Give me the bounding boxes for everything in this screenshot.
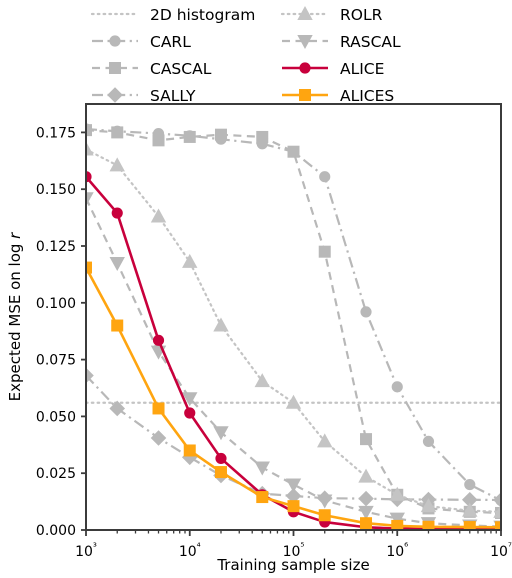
series-rascal [86,192,501,530]
data-point [111,207,123,219]
series-line [86,127,501,502]
legend-entry-carl[interactable]: CARL [92,33,191,51]
y-tick-label: 0.125 [36,239,76,255]
data-point [214,466,227,479]
data-point [391,381,403,393]
legend-entry-alices[interactable]: ALICES [282,87,394,105]
series-rolr [86,141,501,518]
legend-marker [107,87,123,103]
legend-label: ALICE [340,60,384,78]
data-point [214,128,227,141]
data-point [256,130,269,143]
series-line [86,175,501,530]
data-point [215,452,227,465]
y-tick-label: 0.000 [36,523,76,539]
plot-series-layer [86,123,501,530]
series-carl [86,123,501,507]
legend-marker [109,61,122,74]
data-point [152,334,165,346]
legend-entry-sally[interactable]: SALLY [92,87,196,105]
legend-entry-rolr[interactable]: ROLR [280,5,383,24]
legend-label: SALLY [150,87,196,105]
data-point [109,157,125,172]
chart-svg: 2D histogram CARL CASCAL SALLY ROLR RASCAL ALI… [6,5,512,574]
data-point [152,402,165,415]
data-point [254,461,270,476]
legend-label: ALICES [340,87,394,105]
x-axis-title: Training sample size [216,556,369,574]
data-point [422,435,435,447]
legend-entry-rascal[interactable]: RASCAL [282,33,401,51]
legend-entry-2d-histogram[interactable]: 2D histogram [90,6,255,24]
data-point [213,317,229,332]
y-tick-label: 0.150 [36,182,76,198]
data-point [360,433,373,446]
legend-marker [109,35,121,47]
data-point [318,509,331,522]
data-point [358,490,374,507]
data-point [109,257,125,272]
data-point [319,171,331,183]
legend-marker [299,62,311,74]
data-point [285,478,302,493]
legend-label: ROLR [340,6,383,24]
y-tick-label: 0.075 [36,353,76,369]
data-point [183,130,196,143]
data-point [152,134,165,147]
data-point [182,253,198,268]
legend-label: 2D histogram [150,6,255,24]
data-point [184,407,196,419]
plot-frame [85,103,502,531]
legend-label: RASCAL [340,33,401,51]
data-point [111,319,124,332]
data-point [358,505,374,520]
data-point [464,478,476,491]
legend-entry-cascal[interactable]: CASCAL [92,60,212,78]
axis-layer: 0.000 0.025 0.050 0.075 0.100 0.125 0.150 0.175… [36,103,512,560]
legend: 2D histogram CARL CASCAL SALLY ROLR RASCAL ALI… [90,5,401,105]
x-tick-label: 10⁴ [179,542,201,560]
data-point [318,245,331,258]
legend-marker [298,89,311,102]
x-tick-label: 10³ [75,542,97,560]
data-point [213,426,229,441]
x-tick-label: 10⁶ [386,542,408,560]
y-axis-title: Expected MSE on log r [6,232,24,402]
legend-label: CASCAL [150,60,212,78]
series-line [86,129,501,515]
y-tick-label: 0.050 [36,409,76,425]
y-tick-label: 0.025 [36,466,76,482]
series-line [86,197,501,528]
figure-canvas: 2D histogram CARL CASCAL SALLY ROLR RASCAL ALI… [0,0,512,578]
x-tick-label: 10⁷ [490,542,512,560]
data-point [360,306,372,318]
data-point [183,444,196,457]
legend-label: CARL [150,33,191,51]
data-point [256,491,269,504]
legend-entry-alice[interactable]: ALICE [282,60,384,78]
y-tick-label: 0.100 [36,296,76,312]
data-point [287,145,300,158]
data-point [111,126,124,139]
data-point [287,500,300,513]
series-line [86,148,501,513]
y-tick-label: 0.175 [36,125,76,141]
data-point [360,517,373,530]
